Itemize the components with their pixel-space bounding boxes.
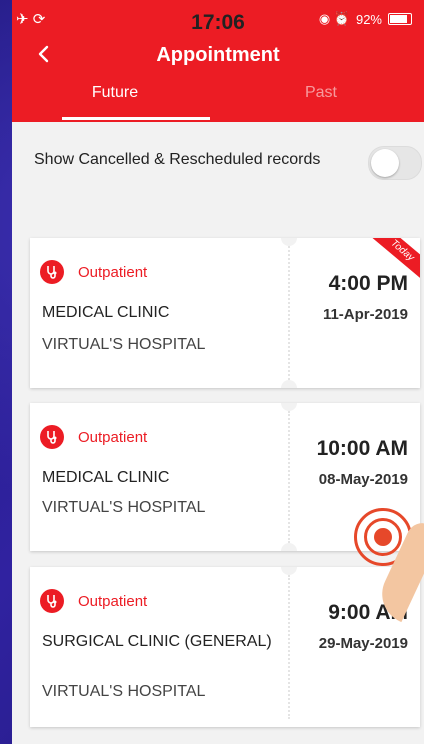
tab-past[interactable]: Past <box>218 84 424 122</box>
appointment-type-label: Outpatient <box>78 263 148 281</box>
appointment-date: 11-Apr-2019 <box>322 306 408 323</box>
stethoscope-icon <box>40 589 64 613</box>
tab-future[interactable]: Future <box>12 84 218 122</box>
card-notch <box>281 567 297 575</box>
appointment-time: 4:00 PM <box>328 272 408 295</box>
toggle-knob <box>371 149 399 177</box>
app-header: ✈ ⟳ 17:06 ◉ ⏰ 92% Appointment Future Pas… <box>12 0 424 122</box>
status-bar: ✈ ⟳ 17:06 ◉ ⏰ 92% <box>12 0 424 34</box>
appointment-type: Outpatient <box>40 425 147 449</box>
stethoscope-icon <box>40 260 64 284</box>
clinic-name: MEDICAL CLINIC <box>42 469 170 486</box>
card-divider <box>288 411 290 543</box>
appointment-card[interactable]: Outpatient SURGICAL CLINIC (GENERAL) VIR… <box>30 567 420 727</box>
appointment-type: Outpatient <box>40 589 147 613</box>
battery-percent: 92% <box>355 11 382 27</box>
appointment-type-label: Outpatient <box>78 592 148 610</box>
card-divider <box>288 246 290 380</box>
card-divider <box>288 575 290 719</box>
phone-screen: ✈ ⟳ 17:06 ◉ ⏰ 92% Appointment Future Pas… <box>12 0 424 744</box>
appointment-type: Outpatient <box>40 260 147 284</box>
card-notch <box>281 380 297 388</box>
card-notch <box>281 543 297 551</box>
card-notch <box>281 238 297 246</box>
hospital-name: VIRTUAL'S HOSPITAL <box>42 336 206 353</box>
page-title: Appointment <box>156 44 280 66</box>
clinic-name: SURGICAL CLINIC (GENERAL) <box>42 633 272 650</box>
clinic-name: MEDICAL CLINIC <box>42 304 170 321</box>
card-notch <box>281 403 297 411</box>
alarm-icon: ◉ ⏰ <box>318 11 350 26</box>
appointment-type-label: Outpatient <box>78 428 148 446</box>
status-right: ◉ ⏰ 92% <box>319 11 412 27</box>
appointment-date: 08-May-2019 <box>318 471 408 488</box>
appointment-date: 29-May-2019 <box>318 635 408 652</box>
tab-bar: Future Past <box>12 84 424 122</box>
hospital-name: VIRTUAL'S HOSPITAL <box>42 499 206 516</box>
battery-icon <box>388 13 412 25</box>
hospital-name: VIRTUAL'S HOSPITAL <box>42 683 206 700</box>
show-cancelled-toggle[interactable] <box>368 146 422 180</box>
appointment-time: 10:00 AM <box>316 437 408 460</box>
filter-label: Show Cancelled & Rescheduled records <box>34 151 321 168</box>
filter-row: Show Cancelled & Rescheduled records <box>34 146 424 202</box>
appointment-card[interactable]: Outpatient MEDICAL CLINIC VIRTUAL'S HOSP… <box>30 238 420 388</box>
stethoscope-icon <box>40 425 64 449</box>
